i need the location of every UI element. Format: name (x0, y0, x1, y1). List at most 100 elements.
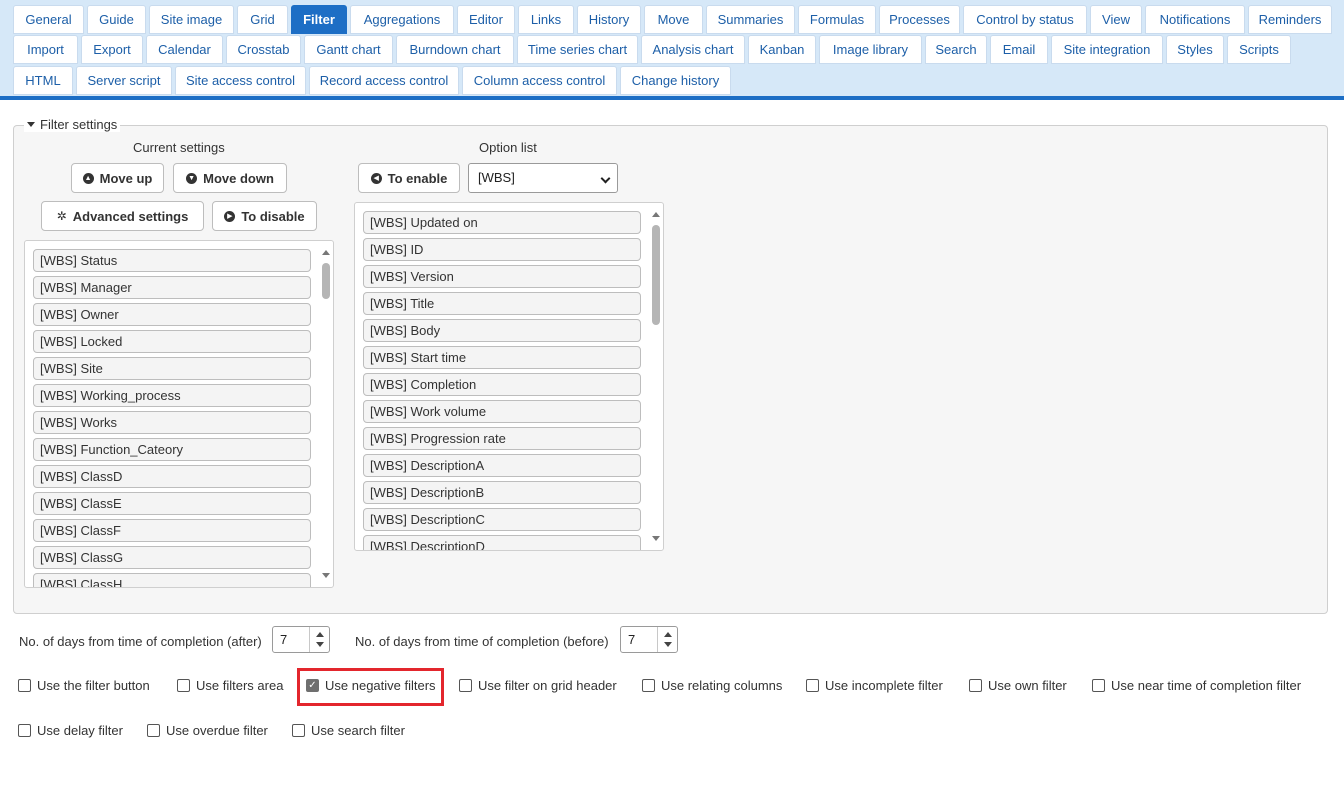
tab-processes[interactable]: Processes (879, 5, 960, 34)
list-item[interactable]: [WBS] ClassH (33, 573, 311, 587)
option-list[interactable]: [WBS] Updated on [WBS] ID [WBS] Version … (354, 202, 664, 551)
spin-down-icon[interactable] (316, 642, 324, 647)
list-item[interactable]: [WBS] ClassD (33, 465, 311, 488)
tab-summaries[interactable]: Summaries (706, 5, 795, 34)
list-item[interactable]: [WBS] ClassF (33, 519, 311, 542)
use-filter-button-checkbox[interactable]: Use the filter button (18, 678, 150, 693)
list-item[interactable]: [WBS] Function_Cateory (33, 438, 311, 461)
list-item[interactable]: [WBS] Completion (363, 373, 641, 396)
tab-analysis-chart[interactable]: Analysis chart (641, 35, 745, 64)
scroll-up-arrow-icon[interactable] (322, 250, 330, 255)
tab-links[interactable]: Links (518, 5, 574, 34)
tab-site-integration[interactable]: Site integration (1051, 35, 1163, 64)
tab-editor[interactable]: Editor (457, 5, 515, 34)
scrollbar-thumb[interactable] (652, 225, 660, 325)
tab-search[interactable]: Search (925, 35, 987, 64)
list-item[interactable]: [WBS] Progression rate (363, 427, 641, 450)
tab-notifications[interactable]: Notifications (1145, 5, 1245, 34)
checkbox-box[interactable] (18, 679, 31, 692)
tab-export[interactable]: Export (81, 35, 143, 64)
list-item[interactable]: [WBS] ClassG (33, 546, 311, 569)
tab-image-library[interactable]: Image library (819, 35, 922, 64)
spin-down-icon[interactable] (664, 642, 672, 647)
tab-scripts[interactable]: Scripts (1227, 35, 1291, 64)
checkbox-box[interactable] (806, 679, 819, 692)
tab-kanban[interactable]: Kanban (748, 35, 816, 64)
checkbox-box[interactable] (1092, 679, 1105, 692)
tab-history[interactable]: History (577, 5, 641, 34)
tab-time-series-chart[interactable]: Time series chart (517, 35, 638, 64)
use-search-filter-checkbox[interactable]: Use search filter (292, 723, 405, 738)
list-item[interactable]: [WBS] ClassE (33, 492, 311, 515)
tab-grid[interactable]: Grid (237, 5, 288, 34)
use-delay-filter-checkbox[interactable]: Use delay filter (18, 723, 123, 738)
to-disable-button[interactable]: ▶ To disable (212, 201, 317, 231)
tab-view[interactable]: View (1090, 5, 1142, 34)
spin-up-icon[interactable] (316, 632, 324, 637)
tab-column-access-control[interactable]: Column access control (462, 66, 617, 95)
list-item[interactable]: [WBS] Version (363, 265, 641, 288)
tab-reminders[interactable]: Reminders (1248, 5, 1332, 34)
tab-burndown-chart[interactable]: Burndown chart (396, 35, 514, 64)
checkbox-box[interactable] (459, 679, 472, 692)
days-after-spinner[interactable] (309, 627, 329, 652)
list-item[interactable]: [WBS] Body (363, 319, 641, 342)
list-item[interactable]: [WBS] Manager (33, 276, 311, 299)
list-item[interactable]: [WBS] DescriptionD (363, 535, 641, 550)
use-near-completion-filter-checkbox[interactable]: Use near time of completion filter (1092, 678, 1301, 693)
tab-guide[interactable]: Guide (87, 5, 146, 34)
scrollbar-thumb[interactable] (322, 263, 330, 299)
list-item[interactable]: [WBS] Works (33, 411, 311, 434)
checkbox-box[interactable] (147, 724, 160, 737)
tab-control-by-status[interactable]: Control by status (963, 5, 1087, 34)
checkbox-box[interactable] (969, 679, 982, 692)
tab-server-script[interactable]: Server script (76, 66, 172, 95)
list-item[interactable]: [WBS] Work volume (363, 400, 641, 423)
move-down-button[interactable]: ▼ Move down (173, 163, 287, 193)
tab-import[interactable]: Import (13, 35, 78, 64)
use-relating-columns-checkbox[interactable]: Use relating columns (642, 678, 782, 693)
days-before-spinner[interactable] (657, 627, 677, 652)
tab-move[interactable]: Move (644, 5, 703, 34)
tab-calendar[interactable]: Calendar (146, 35, 223, 64)
tab-crosstab[interactable]: Crosstab (226, 35, 301, 64)
scroll-down-arrow-icon[interactable] (652, 536, 660, 541)
tab-site-access-control[interactable]: Site access control (175, 66, 306, 95)
tab-change-history[interactable]: Change history (620, 66, 731, 95)
use-own-filter-checkbox[interactable]: Use own filter (969, 678, 1067, 693)
use-filters-area-checkbox[interactable]: Use filters area (177, 678, 283, 693)
list-item[interactable]: [WBS] Working_process (33, 384, 311, 407)
use-incomplete-filter-checkbox[interactable]: Use incomplete filter (806, 678, 943, 693)
scroll-up-arrow-icon[interactable] (652, 212, 660, 217)
tab-html[interactable]: HTML (13, 66, 73, 95)
use-filter-on-grid-header-checkbox[interactable]: Use filter on grid header (459, 678, 617, 693)
list-item[interactable]: [WBS] Status (33, 249, 311, 272)
checkbox-box[interactable] (292, 724, 305, 737)
tab-filter[interactable]: Filter (291, 5, 347, 34)
list-item[interactable]: [WBS] Title (363, 292, 641, 315)
checkbox-box[interactable] (18, 724, 31, 737)
tab-styles[interactable]: Styles (1166, 35, 1224, 64)
list-item[interactable]: [WBS] DescriptionA (363, 454, 641, 477)
use-overdue-filter-checkbox[interactable]: Use overdue filter (147, 723, 268, 738)
tab-general[interactable]: General (13, 5, 84, 34)
list-item[interactable]: [WBS] Site (33, 357, 311, 380)
tab-record-access-control[interactable]: Record access control (309, 66, 459, 95)
days-after-input[interactable]: 7 (272, 626, 330, 653)
move-up-button[interactable]: ▲ Move up (71, 163, 164, 193)
tab-email[interactable]: Email (990, 35, 1048, 64)
list-item[interactable]: [WBS] Owner (33, 303, 311, 326)
tab-aggregations[interactable]: Aggregations (350, 5, 454, 34)
list-item[interactable]: [WBS] DescriptionC (363, 508, 641, 531)
advanced-settings-button[interactable]: ✲ Advanced settings (41, 201, 204, 231)
days-before-input[interactable]: 7 (620, 626, 678, 653)
list-item[interactable]: [WBS] Start time (363, 346, 641, 369)
list-item[interactable]: [WBS] Updated on (363, 211, 641, 234)
to-enable-button[interactable]: ◀ To enable (358, 163, 460, 193)
tab-formulas[interactable]: Formulas (798, 5, 876, 34)
option-list-select[interactable]: [WBS] (468, 163, 618, 193)
current-settings-list[interactable]: [WBS] Status [WBS] Manager [WBS] Owner [… (24, 240, 334, 588)
list-item[interactable]: [WBS] Locked (33, 330, 311, 353)
list-item[interactable]: [WBS] ID (363, 238, 641, 261)
scroll-down-arrow-icon[interactable] (322, 573, 330, 578)
